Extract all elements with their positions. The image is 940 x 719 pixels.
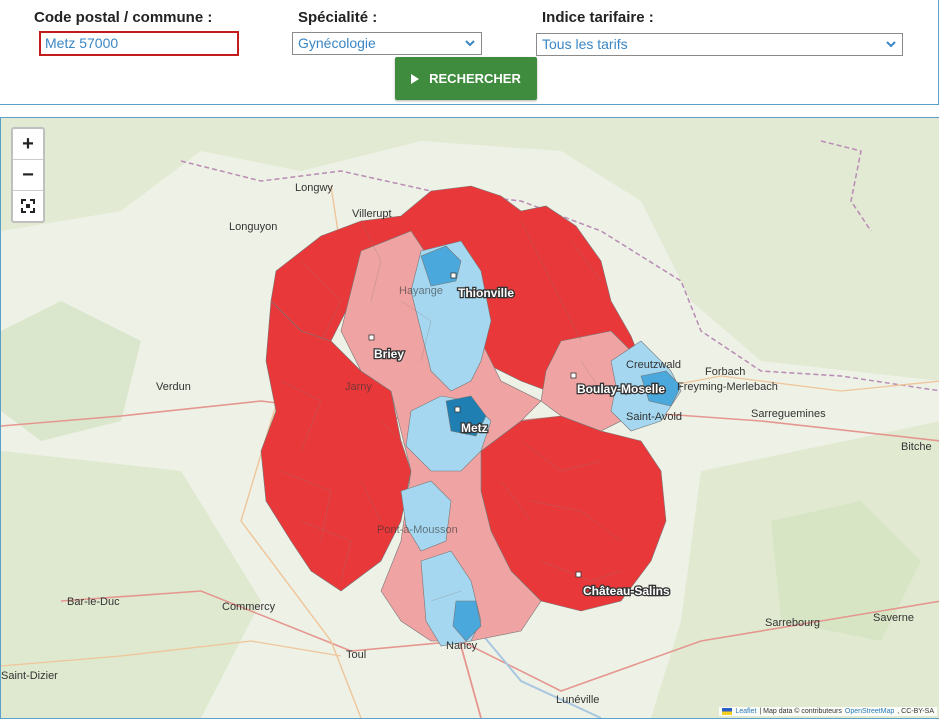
city-marker bbox=[570, 372, 577, 379]
zoom-out-button[interactable]: − bbox=[13, 160, 43, 191]
map-canvas[interactable]: Longwy Villerupt Longuyon Verdun Forbach… bbox=[1, 118, 939, 718]
place-label: Saint-Avold bbox=[626, 411, 682, 423]
place-label: Saint-Dizier bbox=[1, 670, 58, 682]
place-label: Pont-à-Mousson bbox=[377, 524, 458, 536]
map-attribution: Leaflet | Map data © contributeurs OpenS… bbox=[719, 707, 937, 716]
place-label: Forbach bbox=[705, 366, 745, 378]
place-label: Bar-le-Duc bbox=[67, 596, 120, 608]
specialty-select[interactable]: Gynécologie bbox=[292, 32, 482, 55]
postal-code-label: Code postal / commune : bbox=[34, 9, 213, 26]
place-label: Lunéville bbox=[556, 694, 599, 706]
city-marker bbox=[575, 571, 582, 578]
ukraine-flag-icon bbox=[722, 708, 733, 715]
search-button[interactable]: RECHERCHER bbox=[395, 57, 537, 100]
place-label: Villerupt bbox=[352, 208, 392, 220]
place-label: Hayange bbox=[399, 285, 443, 297]
tariff-value: Tous les tarifs bbox=[542, 36, 628, 52]
place-label: Longuyon bbox=[229, 221, 277, 233]
leaflet-link[interactable]: Leaflet bbox=[735, 708, 756, 715]
city-label: Boulay-Moselle bbox=[577, 382, 665, 396]
attribution-text: | Map data © contributeurs bbox=[759, 708, 842, 715]
minus-icon: − bbox=[22, 163, 34, 186]
zoom-control: + − bbox=[11, 127, 45, 223]
search-button-label: RECHERCHER bbox=[429, 71, 521, 86]
fullscreen-button[interactable] bbox=[13, 191, 43, 221]
chevron-down-icon bbox=[465, 40, 475, 47]
city-label: Metz bbox=[461, 421, 488, 435]
city-label: Thionville bbox=[458, 286, 514, 300]
place-label: Nancy bbox=[446, 640, 478, 652]
postal-code-value: Metz 57000 bbox=[45, 35, 119, 51]
place-label: Verdun bbox=[156, 381, 191, 393]
license-text: , CC-BY-SA bbox=[897, 708, 934, 715]
place-label: Freyming-Merlebach bbox=[677, 381, 778, 393]
place-label: Commercy bbox=[222, 601, 276, 613]
city-marker bbox=[454, 406, 461, 413]
place-label: Sarrebourg bbox=[765, 617, 820, 629]
tariff-select[interactable]: Tous les tarifs bbox=[536, 33, 903, 56]
zoom-in-button[interactable]: + bbox=[13, 129, 43, 160]
city-label: Château-Salins bbox=[583, 584, 670, 598]
chevron-down-icon bbox=[886, 41, 896, 48]
search-form: Code postal / commune : Spécialité : Ind… bbox=[0, 0, 939, 105]
specialty-label: Spécialité : bbox=[298, 9, 378, 26]
tariff-label: Indice tarifaire : bbox=[542, 9, 654, 26]
osm-link[interactable]: OpenStreetMap bbox=[845, 708, 894, 715]
place-label: Creutzwald bbox=[626, 359, 681, 371]
play-icon bbox=[411, 73, 420, 84]
place-label: Sarreguemines bbox=[751, 408, 826, 420]
specialty-value: Gynécologie bbox=[298, 35, 376, 51]
city-marker bbox=[450, 272, 457, 279]
fullscreen-icon bbox=[21, 199, 35, 213]
place-label: Bitche bbox=[901, 441, 932, 453]
place-label: Jarny bbox=[345, 381, 372, 393]
plus-icon: + bbox=[22, 132, 34, 155]
place-label: Longwy bbox=[295, 182, 333, 194]
map-view[interactable]: Longwy Villerupt Longuyon Verdun Forbach… bbox=[0, 117, 939, 719]
place-label: Saverne bbox=[873, 612, 914, 624]
postal-code-input[interactable]: Metz 57000 bbox=[39, 31, 239, 56]
place-label: Toul bbox=[346, 649, 366, 661]
city-label: Briey bbox=[374, 347, 404, 361]
city-marker bbox=[368, 334, 375, 341]
